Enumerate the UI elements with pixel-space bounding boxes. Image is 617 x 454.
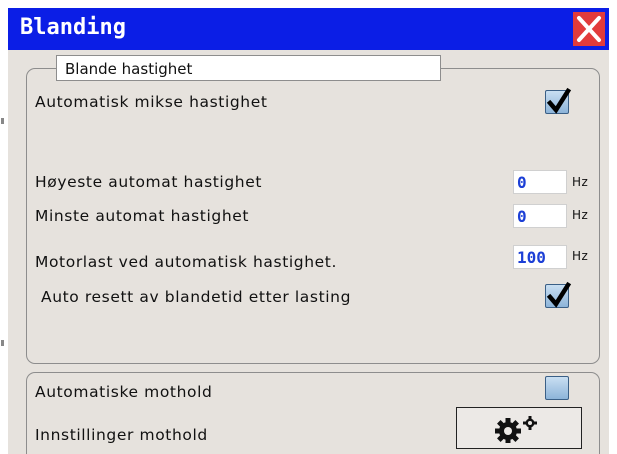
- checkmark-icon: [546, 281, 572, 308]
- counterhold-settings-button[interactable]: [456, 407, 582, 449]
- speed-group-title: Blande hastighet: [56, 55, 441, 81]
- min-speed-input[interactable]: 0: [513, 204, 567, 228]
- auto-counterhold-label: Automatiske mothold: [35, 383, 213, 401]
- min-speed-label: Minste automat hastighet: [35, 207, 250, 225]
- close-button[interactable]: [573, 12, 605, 46]
- window-title: Blanding: [20, 15, 126, 40]
- auto-counterhold-checkbox[interactable]: [545, 376, 569, 400]
- edge-marker: [1, 118, 4, 124]
- max-speed-label: Høyeste automat hastighet: [35, 173, 263, 191]
- counterhold-settings-label: Innstillinger mothold: [35, 426, 208, 444]
- min-speed-unit: Hz: [572, 208, 589, 222]
- auto-reset-label: Auto resett av blandetid etter lasting: [41, 288, 352, 306]
- edge-marker: [1, 340, 4, 346]
- close-icon: [577, 16, 601, 42]
- max-speed-input[interactable]: 0: [513, 170, 567, 194]
- motor-load-label: Motorlast ved automatisk hastighet.: [35, 253, 337, 271]
- title-bar: Blanding: [8, 8, 609, 50]
- checkmark-icon: [546, 87, 572, 114]
- auto-reset-checkbox[interactable]: [545, 281, 572, 308]
- motor-load-unit: Hz: [572, 249, 589, 263]
- motor-load-input[interactable]: 100: [513, 245, 567, 269]
- auto-mix-speed-checkbox[interactable]: [545, 87, 572, 114]
- main-panel: Blande hastighet Automatisk mikse hastig…: [8, 50, 609, 454]
- auto-mix-speed-label: Automatisk mikse hastighet: [35, 93, 268, 111]
- max-speed-unit: Hz: [572, 175, 589, 189]
- gears-icon: [495, 416, 537, 443]
